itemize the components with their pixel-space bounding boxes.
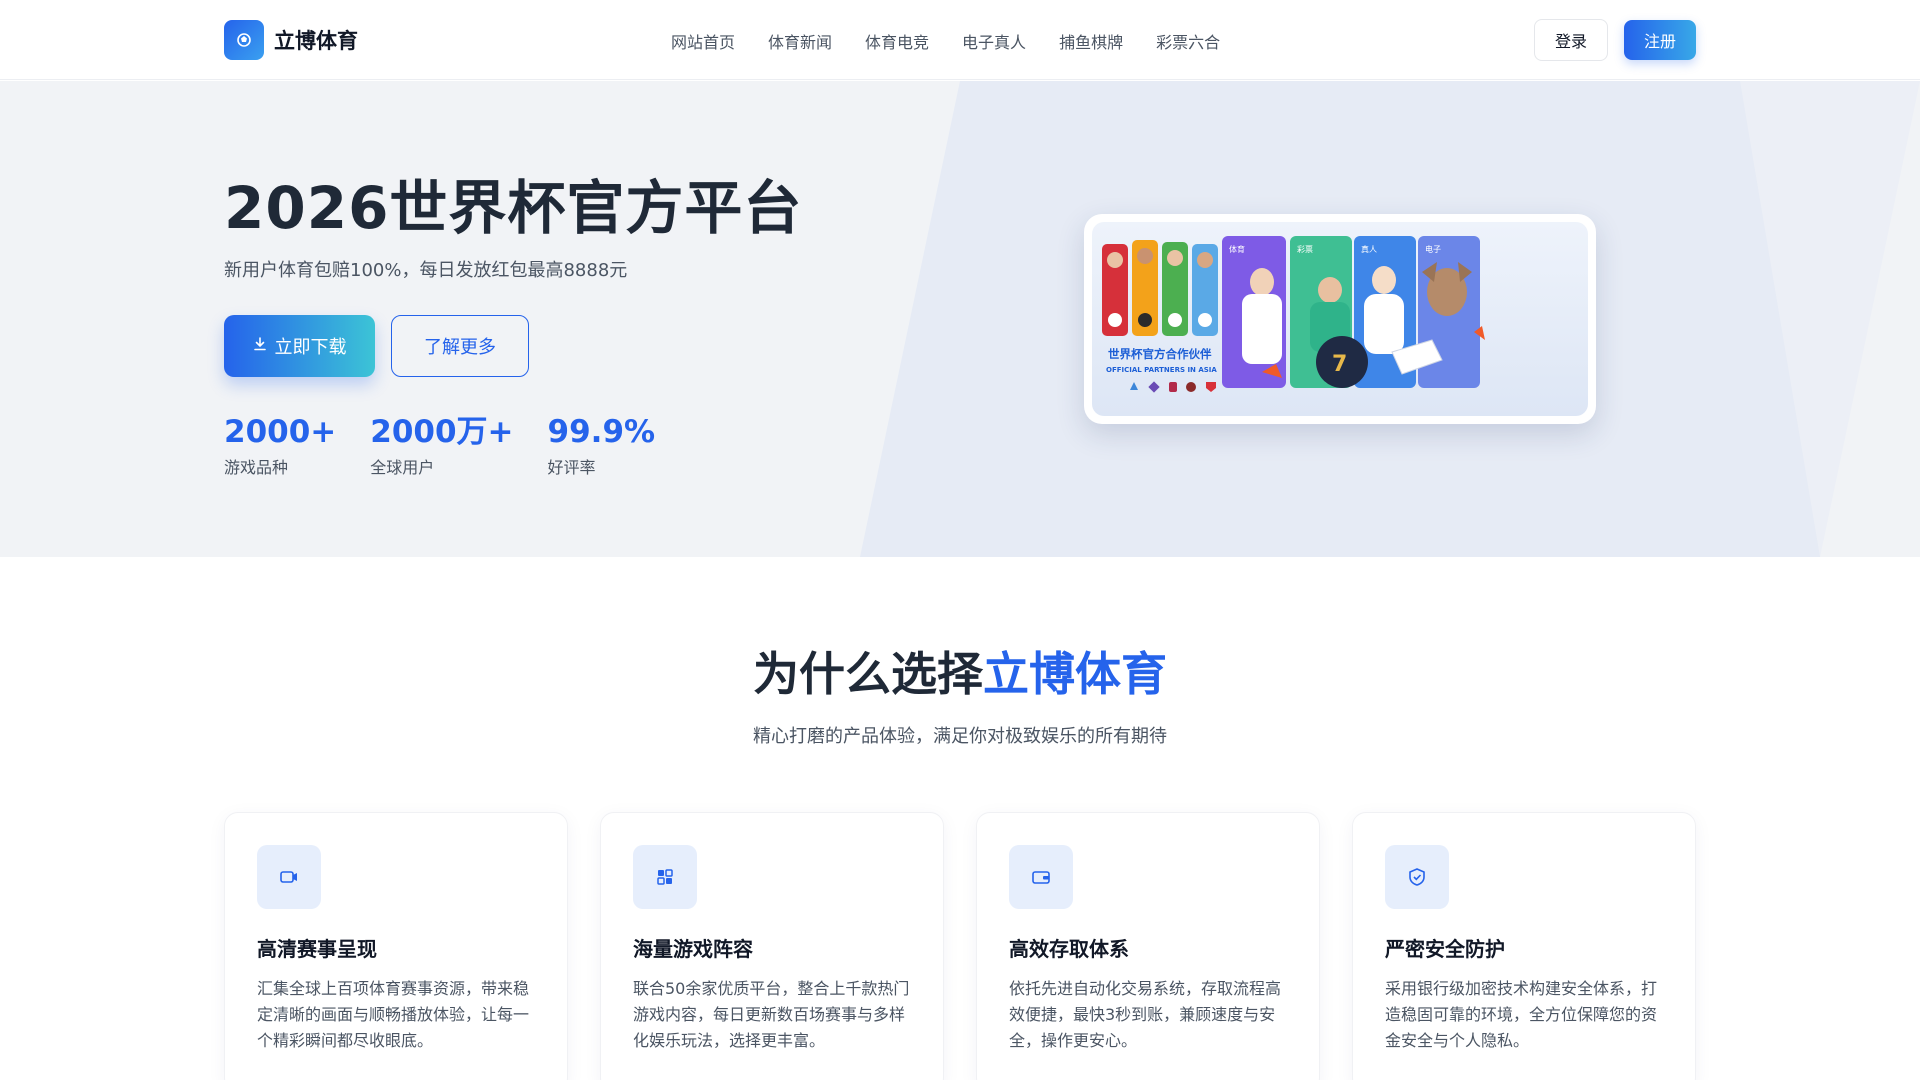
site-header: 立博体育 网站首页 体育新闻 体育电竞 电子真人 捕鱼棋牌 彩票六合 登录 注册 [0,0,1920,80]
feature-desc: 汇集全球上百项体育赛事资源，带来稳定清晰的画面与顺畅播放体验，让每一个精彩瞬间都… [257,979,530,1050]
slot-seven: 7 [1332,352,1347,377]
wallet-icon [1009,845,1073,909]
features-cards: 高清赛事呈现 汇集全球上百项体育赛事资源，带来稳定清晰的画面与顺畅播放体验，让每… [224,812,1696,1080]
tile-label: 真人 [1361,244,1377,254]
banner-headline: 世界杯官方合作伙伴 [1108,347,1212,361]
nav-item-fishing-cards[interactable]: 捕鱼棋牌 [1059,29,1123,53]
nav-item-esports[interactable]: 体育电竞 [865,29,929,53]
download-icon [253,337,267,355]
stat-value: 2000+ [224,414,337,450]
features-title-prefix: 为什么选择 [753,647,983,701]
features-title: 为什么选择立博体育 [0,638,1920,704]
stat-label: 好评率 [547,458,596,477]
hero-subtitle: 新用户体育包赔100%，每日发放红包最高8888元 [224,260,628,281]
stat-value: 2000万+ [370,414,514,450]
shield-icon [1385,845,1449,909]
feature-card-security[interactable]: 严密安全防护 采用银行级加密技术构建安全体系，打造稳固可靠的环境，全方位保障您的… [1352,812,1696,1080]
feature-title: 高清赛事呈现 [257,937,377,961]
nav-item-live-casino[interactable]: 电子真人 [962,29,1026,53]
feature-desc: 联合50余家优质平台，整合上千款热门游戏内容，每日更新数百场赛事与多样化娱乐玩法… [633,979,910,1050]
register-button[interactable]: 注册 [1624,20,1696,60]
feature-card-hd[interactable]: 高清赛事呈现 汇集全球上百项体育赛事资源，带来稳定清晰的画面与顺畅播放体验，让每… [224,812,568,1080]
hero-section: 2026世界杯官方平台 新用户体育包赔100%，每日发放红包最高8888元 立即… [0,81,1920,557]
stat-rating: 99.9% 好评率 [548,414,656,478]
brand-name: 立博体育 [274,29,358,53]
stat-value: 99.9% [547,414,656,450]
learn-more-button[interactable]: 了解更多 [391,315,529,377]
hero-title: 2026世界杯官方平台 [224,174,803,242]
hd-video-icon [257,845,321,909]
tile-label: 电子 [1425,244,1441,254]
promo-banner-image: 世界杯官方合作伙伴 OFFICIAL PARTNERS IN ASIA 体育 彩… [1092,222,1588,416]
feature-title: 高效存取体系 [1009,937,1129,961]
nav-item-sports-news[interactable]: 体育新闻 [768,29,832,53]
feature-title: 海量游戏阵容 [633,937,753,961]
stat-label: 全球用户 [370,458,435,477]
promo-banner-card[interactable]: 世界杯官方合作伙伴 OFFICIAL PARTNERS IN ASIA 体育 彩… [1084,214,1596,424]
category-tiles-illustration: 体育 彩票 真人 电子 7 [1222,236,1485,388]
tile-label: 体育 [1229,244,1245,254]
stat-label: 游戏品种 [224,458,289,477]
sports-logo-icon [224,20,264,60]
nav-item-home[interactable]: 网站首页 [671,29,735,53]
games-grid-icon [633,845,697,909]
feature-card-transfer[interactable]: 高效存取体系 依托先进自动化交易系统，存取流程高效便捷，最快3秒到账，兼顾速度与… [976,812,1320,1080]
download-button-label: 立即下载 [274,337,347,358]
nav-item-lottery[interactable]: 彩票六合 [1156,29,1220,53]
feature-title: 严密安全防护 [1385,937,1505,961]
features-title-highlight: 立博体育 [983,647,1167,701]
club-badges-row [1130,381,1216,393]
feature-card-games[interactable]: 海量游戏阵容 联合50余家优质平台，整合上千款热门游戏内容，每日更新数百场赛事与… [600,812,944,1080]
features-subtitle: 精心打磨的产品体验，满足你对极致娱乐的所有期待 [753,726,1167,747]
login-button[interactable]: 登录 [1534,19,1608,61]
feature-desc: 采用银行级加密技术构建安全体系，打造稳固可靠的环境，全方位保障您的资金安全与个人… [1385,979,1658,1050]
stat-games: 2000+ 游戏品种 [224,414,336,478]
feature-desc: 依托先进自动化交易系统，存取流程高效便捷，最快3秒到账，兼顾速度与安全，操作更安… [1009,979,1282,1050]
brand-logo[interactable]: 立博体育 [224,20,358,60]
download-button[interactable]: 立即下载 [224,315,375,377]
banner-tagline: OFFICIAL PARTNERS IN ASIA [1106,366,1217,374]
hero-stats: 2000+ 游戏品种 2000万+ 全球用户 99.9% 好评率 [224,414,689,478]
stat-users: 2000万+ 全球用户 [370,414,513,478]
player-cards-illustration [1102,240,1218,336]
main-nav: 网站首页 体育新闻 体育电竞 电子真人 捕鱼棋牌 彩票六合 [671,29,1253,53]
tile-label: 彩票 [1297,244,1313,254]
